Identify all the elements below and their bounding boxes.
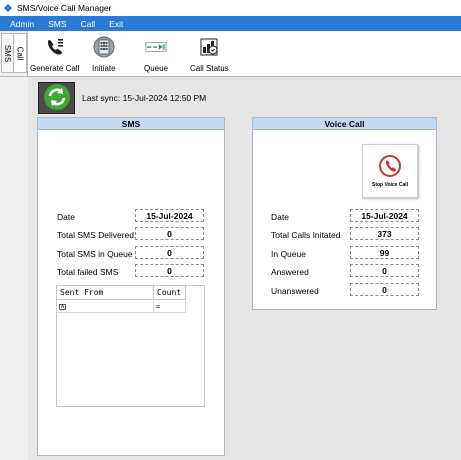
queue-icon [145, 36, 167, 58]
voice-date-label: Date [271, 212, 289, 222]
sms-panel-title: SMS [38, 118, 224, 130]
voice-unanswered-label: Unanswered [271, 286, 319, 296]
grid-new-row-count[interactable]: = [154, 301, 186, 313]
voice-unanswered-value: 0 [350, 283, 419, 296]
app-icon [3, 3, 13, 13]
sync-button[interactable] [38, 82, 75, 114]
equals-icon: = [156, 302, 161, 311]
refresh-icon [42, 83, 72, 113]
side-tab-strip: SMS Call [0, 31, 28, 77]
sms-delivered-label: Total SMS Delivered [57, 230, 135, 240]
generate-call-icon [44, 36, 66, 58]
queue-button[interactable]: Queue [144, 36, 168, 73]
tab-sms[interactable]: SMS [1, 33, 14, 73]
call-status-button[interactable]: Call Status [190, 36, 229, 73]
voice-call-panel-title: Voice Call [253, 118, 436, 130]
voice-answered-value: 0 [350, 264, 419, 277]
initiate-button[interactable]: Initiate [92, 36, 116, 73]
sms-in-queue-value: 0 [135, 246, 204, 259]
sms-sent-from-grid[interactable]: Sent From Count A = [56, 285, 205, 407]
voice-in-queue-label: In Queue [271, 249, 306, 259]
menu-exit[interactable]: Exit [109, 19, 123, 29]
generate-call-button[interactable]: Generate Call [30, 36, 79, 73]
grid-header-count[interactable]: Count [154, 286, 186, 300]
sms-date-label: Date [57, 212, 75, 222]
sms-failed-label: Total failed SMS [57, 267, 119, 277]
sms-failed-value: 0 [135, 264, 204, 277]
new-row-icon: A [59, 303, 66, 310]
voice-answered-label: Answered [271, 267, 309, 277]
tab-call[interactable]: Call [14, 33, 27, 73]
voice-calls-initiated-value: 373 [350, 227, 419, 240]
voice-in-queue-value: 99 [350, 246, 419, 259]
title-bar: SMS/Voice Call Manager [0, 0, 461, 16]
toolbar: Generate Call Initiate Queue Call Status [28, 31, 461, 77]
initiate-icon [93, 36, 115, 58]
menu-bar: Admin SMS Call Exit [0, 16, 461, 31]
last-sync-label: Last sync: 15-Jul-2024 12:50 PM [82, 93, 207, 103]
menu-admin[interactable]: Admin [10, 19, 34, 29]
grid-header-sent-from[interactable]: Sent From [57, 286, 154, 300]
menu-call[interactable]: Call [81, 19, 96, 29]
stop-call-icon [379, 154, 401, 179]
voice-calls-initiated-label: Total Calls Initated [271, 230, 341, 240]
stop-voice-call-button[interactable]: Stop Voice Call [362, 144, 418, 198]
sms-delivered-value: 0 [135, 227, 204, 240]
grid-new-row-sent-from[interactable]: A [57, 301, 154, 313]
call-status-icon [198, 36, 220, 58]
sms-date-value: 15-Jul-2024 [135, 209, 204, 222]
voice-date-value: 15-Jul-2024 [350, 209, 419, 222]
window-title: SMS/Voice Call Manager [17, 3, 112, 13]
sms-in-queue-label: Total SMS in Queue [57, 249, 133, 259]
menu-sms[interactable]: SMS [48, 19, 66, 29]
